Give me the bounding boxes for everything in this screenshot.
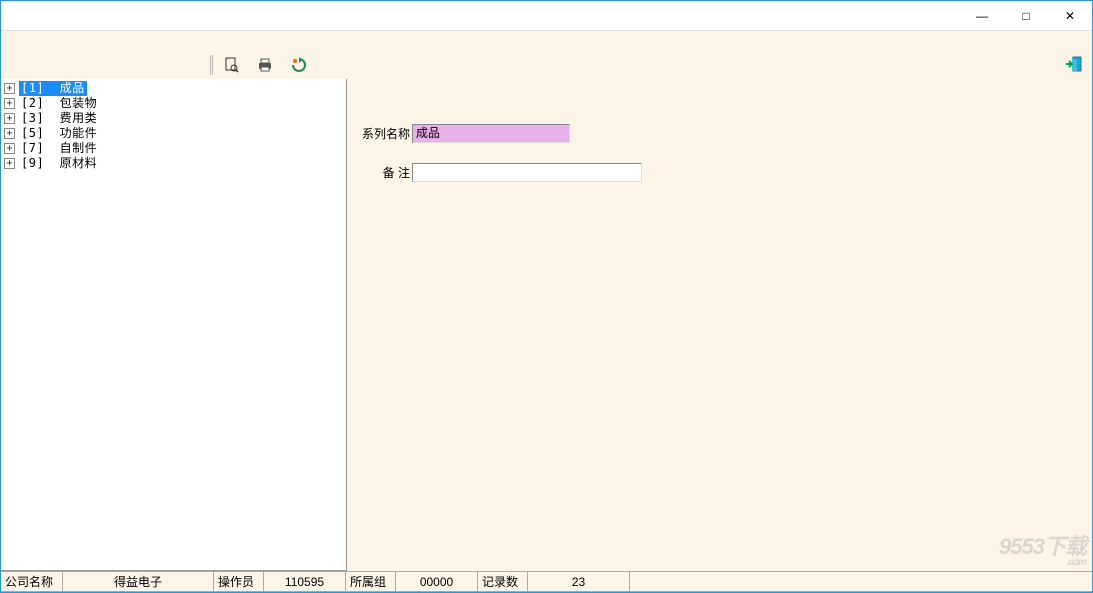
print-icon [257, 57, 273, 73]
close-button[interactable]: ✕ [1048, 1, 1092, 31]
refresh-icon [291, 57, 307, 73]
status-operator-label: 操作员 [214, 572, 264, 592]
expand-icon[interactable]: + [4, 83, 15, 94]
exit-button[interactable] [1062, 53, 1086, 77]
close-icon: ✕ [1065, 9, 1075, 23]
tree-item-label: [7] 自制件 [19, 141, 99, 156]
refresh-button[interactable] [286, 54, 312, 76]
tree-item[interactable]: + [7] 自制件 [4, 141, 343, 156]
body-area: +[1] 成品+[2] 包装物+[3] 费用类+[5] 功能件+[7] 自制件+… [1, 79, 1092, 571]
expand-icon[interactable]: + [4, 98, 15, 109]
status-group-value: 00000 [396, 572, 478, 592]
statusbar: 公司名称 得益电子 操作员 110595 所属组 00000 记录数 23 [1, 571, 1092, 592]
tree-item-label: [9] 原材料 [19, 156, 99, 171]
print-button[interactable] [252, 54, 278, 76]
status-operator-value: 110595 [264, 572, 346, 592]
series-name-row: 系列名称 成品 [357, 124, 1092, 143]
status-spacer [630, 572, 1092, 592]
print-preview-icon [223, 57, 239, 73]
toolbar-separator [210, 55, 211, 75]
tree-item-label: [1] 成品 [19, 81, 87, 96]
remark-label: 备 注 [357, 164, 412, 181]
exit-icon [1064, 55, 1084, 75]
expand-icon[interactable]: + [4, 113, 15, 124]
minimize-icon: — [976, 9, 988, 23]
toolbar [1, 51, 1092, 79]
maximize-button[interactable]: □ [1004, 1, 1048, 31]
print-preview-button[interactable] [218, 54, 244, 76]
minimize-button[interactable]: — [960, 1, 1004, 31]
tree-item-label: [5] 功能件 [19, 126, 99, 141]
tree-item[interactable]: + [5] 功能件 [4, 126, 343, 141]
tree-item[interactable]: + [1] 成品 [4, 81, 343, 96]
status-records-value: 23 [528, 572, 630, 592]
tree-item-label: [3] 费用类 [19, 111, 99, 126]
menu-strip [1, 31, 1092, 51]
expand-icon[interactable]: + [4, 143, 15, 154]
tree-item[interactable]: + [3] 费用类 [4, 111, 343, 126]
status-records-label: 记录数 [478, 572, 528, 592]
category-tree[interactable]: +[1] 成品+[2] 包装物+[3] 费用类+[5] 功能件+[7] 自制件+… [1, 79, 347, 571]
tree-item[interactable]: + [2] 包装物 [4, 96, 343, 111]
titlebar: — □ ✕ [1, 1, 1092, 31]
status-company-value: 得益电子 [63, 572, 214, 592]
app-window: — □ ✕ [0, 0, 1093, 593]
status-company-label: 公司名称 [1, 572, 63, 592]
expand-icon[interactable]: + [4, 158, 15, 169]
maximize-icon: □ [1022, 9, 1029, 23]
tree-item[interactable]: + [9] 原材料 [4, 156, 343, 171]
status-group-label: 所属组 [346, 572, 396, 592]
expand-icon[interactable]: + [4, 128, 15, 139]
remark-input[interactable] [412, 163, 642, 182]
series-name-input[interactable]: 成品 [412, 124, 570, 143]
tree-item-label: [2] 包装物 [19, 96, 99, 111]
series-name-label: 系列名称 [357, 125, 412, 142]
form-panel: 系列名称 成品 备 注 [347, 79, 1092, 571]
remark-row: 备 注 [357, 163, 1092, 182]
